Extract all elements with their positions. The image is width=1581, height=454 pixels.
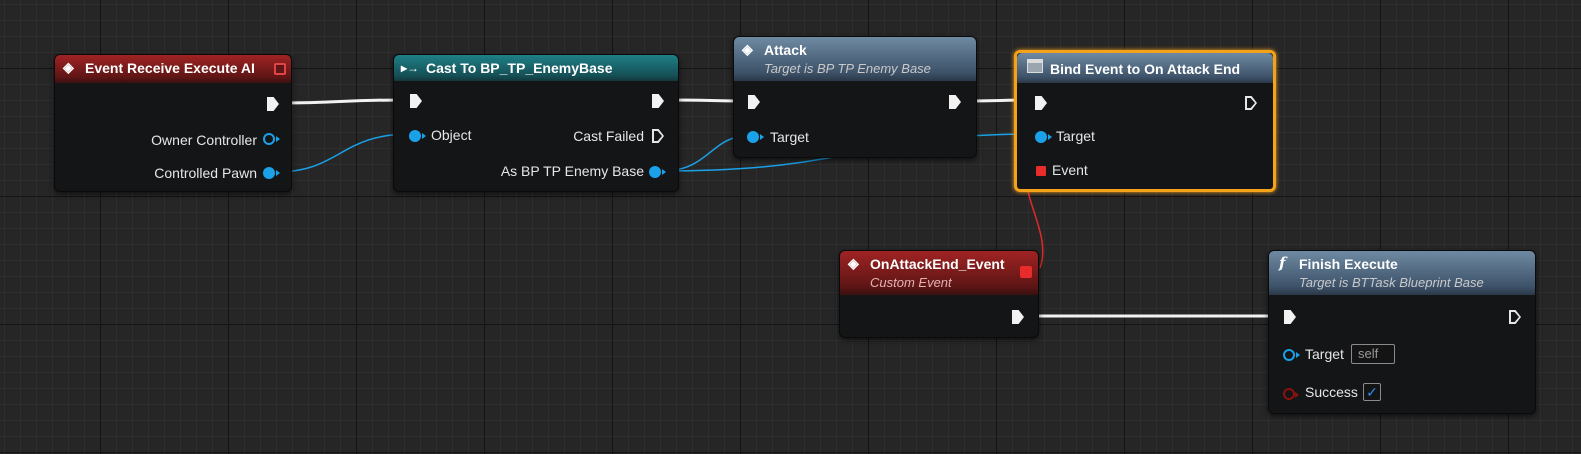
node-title: Event Receive Execute AI [85,60,255,76]
finish-execute-node[interactable]: f Finish Execute Target is BTTask Bluepr… [1268,250,1536,414]
node-header: Bind Event to On Attack End [1017,53,1273,83]
exec-input-pin[interactable] [748,95,760,109]
node-subtitle: Target is BP TP Enemy Base [764,61,931,76]
target-label: Target [770,129,809,145]
target-label: Target [1056,128,1095,144]
node-subtitle: Custom Event [870,275,952,290]
owner-controller-pin[interactable] [263,133,280,145]
exec-output-pin[interactable] [1509,310,1521,324]
function-diamond-icon: ◈ [742,41,753,57]
event-receive-execute-ai-node[interactable]: ◈ Event Receive Execute AI Owner Control… [54,54,292,192]
exec-input-pin[interactable] [1035,96,1047,110]
event-diamond-icon: ◈ [63,59,74,75]
controlled-pawn-pin[interactable] [263,167,280,179]
function-f-icon: f [1279,254,1286,272]
event-diamond-icon: ◈ [848,255,859,271]
object-wire [275,133,411,173]
success-label: Success [1305,384,1358,400]
as-enemy-base-pin[interactable] [649,166,666,178]
node-header: ◈ OnAttackEnd_Event Custom Event [840,251,1038,295]
object-label: Object [431,127,472,143]
target-value-field[interactable]: self [1351,344,1395,364]
node-title: Finish Execute [1299,256,1398,272]
node-header: f Finish Execute Target is BTTask Bluepr… [1269,251,1535,295]
delegate-output-pin[interactable] [274,63,286,75]
cast-failed-label: Cast Failed [573,128,644,144]
success-checkbox[interactable]: ✓ [1363,383,1381,401]
as-enemy-base-label: As BP TP Enemy Base [500,163,644,179]
cast-arrow-icon: ▸→ [401,61,420,75]
exec-input-pin[interactable] [410,94,422,108]
controlled-pawn-label: Controlled Pawn [154,165,257,181]
node-title: Bind Event to On Attack End [1050,61,1241,77]
target-input-pin[interactable] [1283,349,1300,361]
target-label: Target [1305,346,1344,362]
cast-to-node[interactable]: ▸→ Cast To BP_TP_EnemyBase Object Cast F… [393,54,679,192]
attack-node[interactable]: ◈ Attack Target is BP TP Enemy Base Targ… [733,36,977,158]
node-title: Attack [764,42,807,58]
node-subtitle: Target is BTTask Blueprint Base [1299,275,1484,290]
bind-event-icon [1027,59,1043,73]
exec-output-pin[interactable] [949,95,961,109]
exec-output-pin[interactable] [1245,96,1257,110]
exec-wire [281,98,405,105]
on-attack-end-event-node[interactable]: ◈ OnAttackEnd_Event Custom Event [839,250,1039,338]
exec-input-pin[interactable] [1284,310,1296,324]
node-title: OnAttackEnd_Event [870,256,1005,272]
node-header: ◈ Event Receive Execute AI [55,55,291,83]
delegate-output-pin[interactable] [1020,266,1032,278]
exec-output-pin[interactable] [652,94,664,108]
bind-event-node[interactable]: Bind Event to On Attack End Target Event [1014,50,1276,192]
cast-failed-pin[interactable] [652,129,664,143]
node-header: ▸→ Cast To BP_TP_EnemyBase [394,55,678,81]
node-title: Cast To BP_TP_EnemyBase [426,60,613,76]
owner-controller-label: Owner Controller [151,132,257,148]
target-input-pin[interactable] [1035,131,1052,143]
exec-output-pin[interactable] [1012,310,1024,324]
node-header: ◈ Attack Target is BP TP Enemy Base [734,37,976,81]
event-delegate-pin[interactable] [1036,166,1046,176]
target-input-pin[interactable] [747,131,764,143]
exec-output-pin[interactable] [267,97,279,111]
success-input-pin[interactable] [1283,388,1299,400]
object-input-pin[interactable] [409,130,426,142]
event-label: Event [1052,162,1088,178]
